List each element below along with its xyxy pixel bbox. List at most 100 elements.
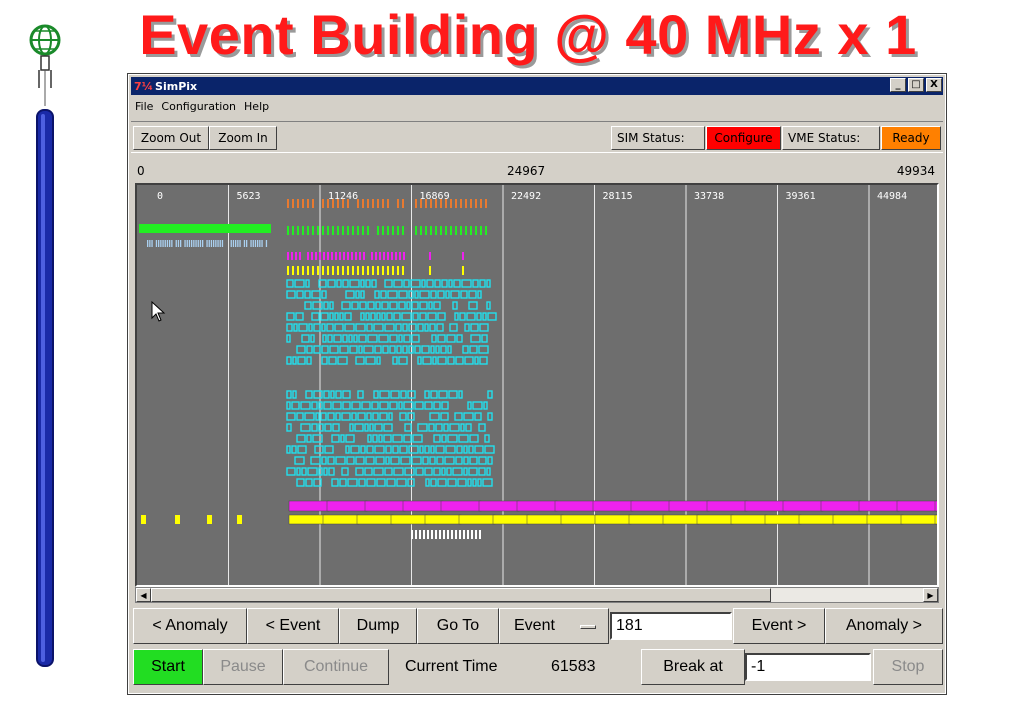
title-bar[interactable]: 7¼ SimPix _ □ X bbox=[131, 77, 943, 95]
zoom-out-button[interactable]: Zoom Out bbox=[133, 126, 209, 150]
minimize-button[interactable]: _ bbox=[890, 78, 906, 92]
green-tick bbox=[357, 226, 359, 235]
white-tick bbox=[415, 530, 417, 539]
magenta-tick bbox=[391, 252, 393, 260]
magenta-track-segment bbox=[592, 500, 634, 512]
break-at-input[interactable]: -1 bbox=[745, 653, 871, 681]
yellow-track-segment bbox=[764, 514, 802, 525]
close-button[interactable]: X bbox=[926, 78, 942, 92]
orange-tick bbox=[435, 199, 437, 208]
yellow-track-segment bbox=[492, 514, 530, 525]
lightblue-tick bbox=[171, 240, 173, 247]
white-tick bbox=[431, 530, 433, 539]
green-tick bbox=[287, 226, 289, 235]
yellow-tick bbox=[312, 266, 314, 275]
timeline-svg: 0 5623 11246 16869 22492 28115 33738 39361 44984 bbox=[137, 185, 937, 585]
yellow-track-segment bbox=[424, 514, 462, 525]
green-tick bbox=[312, 226, 314, 235]
green-tick bbox=[302, 226, 304, 235]
current-time-label: Current Time bbox=[405, 658, 498, 675]
yellow-tick bbox=[429, 266, 431, 275]
yellow-track-segment bbox=[662, 514, 700, 525]
lightblue-tick bbox=[215, 240, 217, 247]
goto-button[interactable]: Go To bbox=[417, 608, 499, 644]
tick-label: 5623 bbox=[237, 191, 261, 202]
magenta-tick bbox=[387, 252, 389, 260]
magenta-tick bbox=[462, 252, 464, 260]
lightblue-tick bbox=[235, 240, 237, 247]
yellow-tick bbox=[377, 266, 379, 275]
lightblue-tick bbox=[197, 240, 199, 247]
event-timeline-canvas[interactable]: 0 5623 11246 16869 22492 28115 33738 39361 44984 bbox=[135, 183, 939, 587]
ruler-end: 49934 bbox=[896, 164, 935, 178]
lightblue-tick bbox=[237, 240, 239, 247]
menu-bar: File Configuration Help bbox=[131, 97, 943, 115]
lightblue-tick bbox=[202, 240, 204, 247]
yellow-track-segment bbox=[696, 514, 734, 525]
scroll-thumb[interactable] bbox=[151, 588, 771, 602]
lightblue-tick bbox=[261, 240, 263, 247]
magenta-tick bbox=[351, 252, 353, 260]
green-tick bbox=[332, 226, 334, 235]
next-anomaly-button[interactable]: Anomaly > bbox=[825, 608, 943, 644]
magenta-tick bbox=[299, 252, 301, 260]
green-tick bbox=[397, 226, 399, 235]
green-tick bbox=[445, 226, 447, 235]
white-tick bbox=[435, 530, 437, 539]
ruler-middle: 24967 bbox=[507, 164, 546, 178]
lightblue-tick bbox=[155, 240, 158, 247]
prev-anomaly-button[interactable]: < Anomaly bbox=[133, 608, 247, 644]
orange-tick bbox=[362, 199, 364, 208]
vme-status-badge[interactable]: Ready bbox=[881, 126, 941, 150]
lightblue-tick bbox=[169, 240, 171, 247]
scroll-right-icon[interactable]: ▶ bbox=[923, 588, 938, 602]
magenta-tick bbox=[347, 252, 349, 260]
stop-button[interactable]: Stop bbox=[873, 649, 943, 685]
pause-button[interactable]: Pause bbox=[203, 649, 283, 685]
magenta-tick bbox=[319, 252, 321, 260]
green-tick bbox=[465, 226, 467, 235]
next-event-button[interactable]: Event > bbox=[733, 608, 825, 644]
yellow-marker bbox=[237, 515, 242, 524]
green-tick bbox=[347, 226, 349, 235]
scroll-left-icon[interactable]: ◀ bbox=[136, 588, 151, 602]
lightblue-tick bbox=[239, 240, 241, 247]
continue-button[interactable]: Continue bbox=[283, 649, 389, 685]
magenta-tick bbox=[379, 252, 381, 260]
prev-event-button[interactable]: < Event bbox=[247, 608, 339, 644]
horizontal-scrollbar[interactable]: ◀ ▶ bbox=[135, 587, 939, 603]
zoom-in-button[interactable]: Zoom In bbox=[209, 126, 277, 150]
green-tick bbox=[382, 226, 384, 235]
menu-file[interactable]: File bbox=[131, 100, 157, 113]
green-tick bbox=[352, 226, 354, 235]
yellow-tick bbox=[307, 266, 309, 275]
event-select[interactable]: Event bbox=[499, 608, 609, 644]
slide-title: Event Building @ 40 MHz x 1 bbox=[139, 3, 917, 66]
green-tick bbox=[392, 226, 394, 235]
orange-tick bbox=[337, 199, 339, 208]
lightblue-tick bbox=[208, 240, 210, 247]
lightblue-tick bbox=[162, 240, 164, 247]
sim-status-badge[interactable]: Configure bbox=[706, 126, 781, 150]
yellow-tick bbox=[387, 266, 389, 275]
menu-configuration[interactable]: Configuration bbox=[157, 100, 240, 113]
lightblue-tick bbox=[191, 240, 193, 247]
orange-tick bbox=[342, 199, 344, 208]
start-button[interactable]: Start bbox=[133, 649, 203, 685]
white-tick bbox=[463, 530, 465, 539]
green-tick bbox=[475, 226, 477, 235]
sim-status-label: SIM Status: bbox=[611, 126, 705, 150]
control-row: Start Pause Continue Current Time 61583 … bbox=[133, 649, 943, 685]
lightblue-tick bbox=[230, 240, 232, 247]
white-tick bbox=[475, 530, 477, 539]
event-number-input[interactable]: 181 bbox=[610, 612, 732, 640]
lightblue-tick bbox=[257, 240, 259, 247]
maximize-button[interactable]: □ bbox=[908, 78, 924, 92]
magenta-tick bbox=[287, 252, 289, 260]
magenta-tick bbox=[403, 252, 405, 260]
break-at-button[interactable]: Break at bbox=[641, 649, 745, 685]
dump-button[interactable]: Dump bbox=[339, 608, 417, 644]
green-tick bbox=[387, 226, 389, 235]
menu-help[interactable]: Help bbox=[240, 100, 273, 113]
orange-tick bbox=[347, 199, 349, 208]
